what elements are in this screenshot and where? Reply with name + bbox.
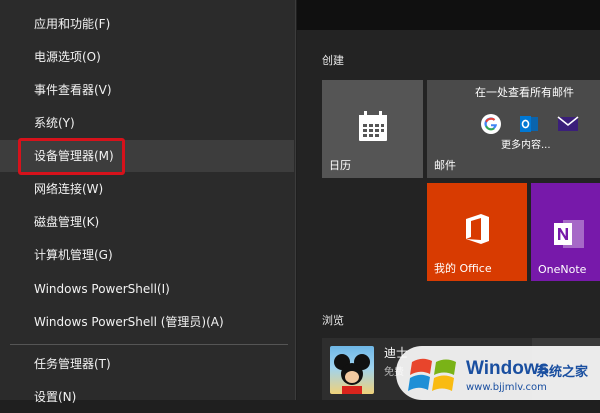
tile-label: 日历 — [329, 159, 351, 172]
menu-item-power-options[interactable]: 电源选项(O) — [0, 41, 294, 73]
office-icon — [466, 214, 489, 244]
tile-mail[interactable]: 在一处查看所有邮件 更多内容... 邮件 — [427, 80, 600, 178]
menu-item-label: Windows PowerShell (管理员)(A) — [34, 315, 224, 329]
tile-my-office[interactable]: 我的 Office — [427, 183, 527, 281]
menu-item-computer-management[interactable]: 计算机管理(G) — [0, 239, 294, 271]
menu-item-event-viewer[interactable]: 事件查看器(V) — [0, 74, 294, 106]
tile-onenote[interactable]: OneNote — [531, 183, 600, 281]
windows-flag-icon — [408, 358, 456, 391]
watermark-tagline: 系统之家 — [536, 365, 589, 380]
outlook-icon — [520, 116, 538, 132]
menu-item-settings[interactable]: 设置(N) — [0, 381, 294, 413]
group-label-create: 创建 — [322, 54, 344, 67]
menu-item-powershell-admin[interactable]: Windows PowerShell (管理员)(A) — [0, 306, 294, 338]
menu-item-system[interactable]: 系统(Y) — [0, 107, 294, 139]
tile-label: 我的 Office — [434, 262, 492, 275]
group-label-browse: 浏览 — [322, 314, 344, 327]
game-thumbnail — [330, 346, 374, 394]
tile-label: 邮件 — [434, 159, 456, 172]
menu-item-label: 电源选项(O) — [34, 50, 101, 64]
menu-item-label: 计算机管理(G) — [34, 248, 113, 262]
watermark: Windows 系统之家 www.bjjmlv.com — [396, 338, 600, 400]
menu-item-network-connections[interactable]: 网络连接(W) — [0, 173, 294, 205]
menu-item-label: Windows PowerShell(I) — [34, 282, 170, 296]
menu-divider — [10, 344, 288, 345]
onenote-icon — [554, 220, 584, 248]
calendar-icon — [359, 111, 387, 141]
start-top-bar — [297, 0, 600, 30]
menu-item-task-manager[interactable]: 任务管理器(T) — [0, 348, 294, 380]
menu-item-apps-features[interactable]: 应用和功能(F) — [0, 8, 294, 40]
tile-calendar[interactable]: 日历 — [322, 80, 423, 178]
mail-heading: 在一处查看所有邮件 — [475, 86, 574, 99]
tile-label: OneNote — [538, 263, 587, 276]
menu-item-disk-management[interactable]: 磁盘管理(K) — [0, 206, 294, 238]
winx-context-menu: 应用和功能(F) 电源选项(O) 事件查看器(V) 系统(Y) 设备管理器(M)… — [0, 0, 296, 404]
menu-item-label: 网络连接(W) — [34, 182, 104, 196]
menu-item-powershell[interactable]: Windows PowerShell(I) — [0, 273, 294, 305]
highlight-box — [18, 138, 125, 175]
mail-more-link: 更多内容... — [501, 140, 551, 151]
watermark-url: www.bjjmlv.com — [466, 382, 547, 393]
menu-item-label: 任务管理器(T) — [34, 357, 111, 371]
google-icon — [481, 114, 501, 134]
mail-envelope-icon — [557, 116, 579, 131]
mickey-icon — [334, 354, 370, 394]
menu-item-label: 应用和功能(F) — [34, 17, 111, 31]
menu-item-label: 事件查看器(V) — [34, 83, 112, 97]
menu-item-label: 系统(Y) — [34, 116, 75, 130]
menu-item-label: 磁盘管理(K) — [34, 215, 100, 229]
menu-item-label: 设置(N) — [34, 390, 77, 404]
